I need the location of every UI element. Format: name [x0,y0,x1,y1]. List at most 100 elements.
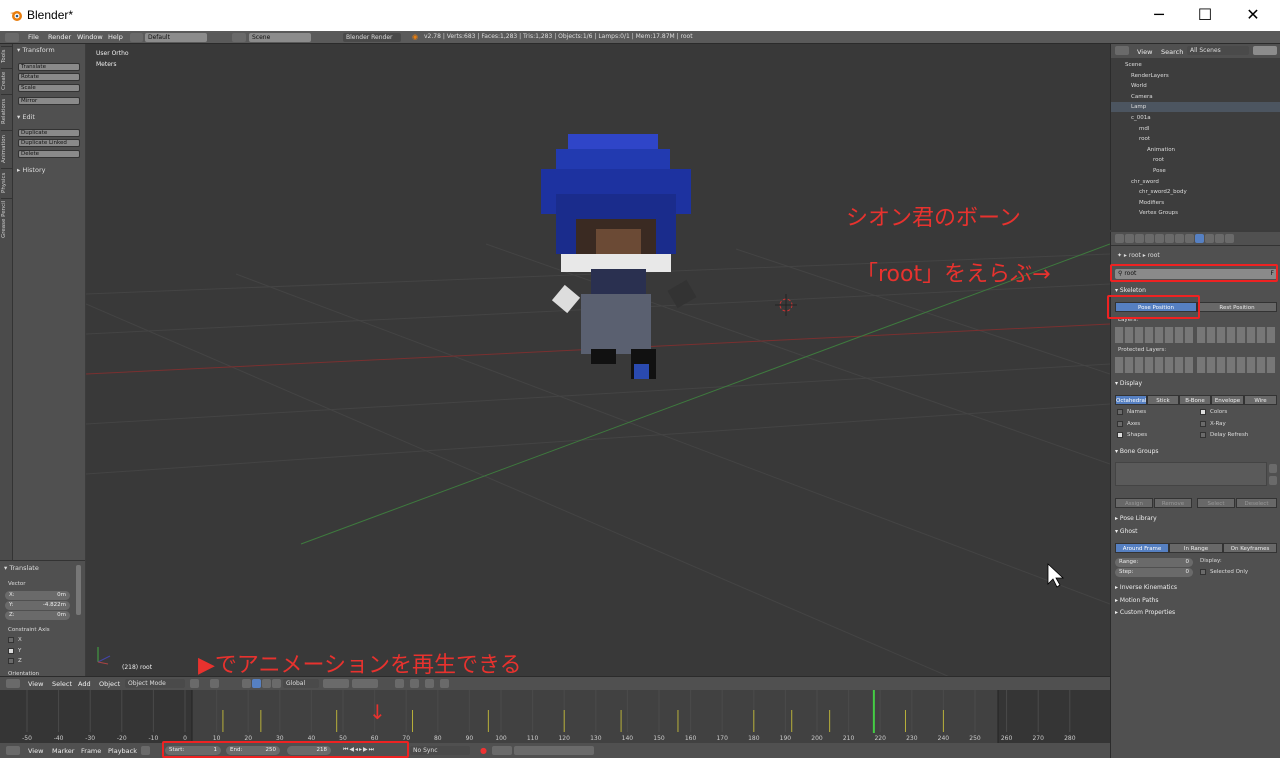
render-engine-select[interactable]: Blender Render [343,33,401,42]
vector-x-field[interactable]: X: 0m [5,591,70,600]
manipulator-icon[interactable] [242,679,251,688]
tab-create[interactable]: Create [1,68,12,92]
render-icon[interactable] [440,679,449,688]
tab-physics[interactable]: Physics [1,168,12,196]
editor-type-icon[interactable] [5,33,19,42]
menu-object[interactable]: Object [99,680,120,688]
scene-icon[interactable] [232,33,246,42]
menu-marker[interactable]: Marker [52,747,74,755]
scene-select[interactable]: Scene [249,33,311,42]
translate-manip-icon[interactable] [252,679,261,688]
ghost-step-field[interactable]: Step: 0 [1115,568,1193,577]
stick-button[interactable]: Stick [1147,395,1179,405]
pivot-icon[interactable] [210,679,219,688]
motion-paths-header[interactable]: ▸ Motion Paths [1115,597,1158,604]
on-keyframes-button[interactable]: On Keyframes [1223,543,1277,553]
bone-group-remove-icon[interactable] [1269,476,1277,485]
constraint-x-checkbox[interactable] [8,637,14,643]
close-button[interactable]: ✕ [1230,4,1276,26]
menu-help[interactable]: Help [108,33,123,41]
record-icon[interactable]: ● [480,746,487,755]
outliner-item[interactable]: RenderLayers [1111,71,1280,81]
around-frame-button[interactable]: Around Frame [1115,543,1169,553]
xray-checkbox[interactable] [1200,421,1206,427]
snap-target-icon[interactable] [425,679,434,688]
pose-library-header[interactable]: ▸ Pose Library [1115,515,1157,522]
layout-icon[interactable] [130,33,143,42]
tab-relations[interactable]: Relations [1,94,12,128]
outliner-item[interactable]: Scene [1111,60,1280,70]
sync-select[interactable]: No Sync [410,746,470,755]
preview-range-icon[interactable] [141,746,150,755]
outliner-item[interactable]: Camera [1111,92,1280,102]
maximize-button[interactable]: ☐ [1182,4,1228,26]
menu-frame[interactable]: Frame [81,747,101,755]
menu-select[interactable]: Select [52,680,72,688]
outliner-editor-icon[interactable] [1115,46,1129,55]
outliner-item[interactable]: chr_sword [1111,177,1280,187]
tab-grease-pencil[interactable]: Grease Pencil [1,198,12,240]
wire-button[interactable]: Wire [1244,395,1277,405]
outliner-item[interactable]: Animation [1111,145,1280,155]
bbone-button[interactable]: B-Bone [1179,395,1211,405]
properties-tabs[interactable] [1111,232,1280,246]
outliner-item[interactable]: chr_sword2_body [1111,187,1280,197]
menu-tl-view[interactable]: View [28,747,43,755]
outliner-item[interactable]: c_001a [1111,113,1280,123]
layers-grid-right[interactable] [1197,327,1275,343]
menu-add[interactable]: Add [78,680,91,688]
viewport-editor-icon[interactable] [6,679,20,688]
protected-layers-grid-right[interactable] [1197,357,1275,373]
envelope-button[interactable]: Envelope [1211,395,1244,405]
display-header[interactable]: ▾ Display [1115,380,1142,387]
outliner-item[interactable]: mdl [1111,124,1280,134]
outliner-item[interactable]: root [1111,134,1280,144]
bone-groups-list[interactable] [1115,462,1267,486]
menu-playback[interactable]: Playback [108,747,137,755]
keying-set-field[interactable] [514,746,594,755]
layout-select[interactable]: Default [145,33,207,42]
translate-button[interactable]: Translate [18,63,80,71]
delay-refresh-checkbox[interactable] [1200,432,1206,438]
menu-file[interactable]: File [28,33,39,41]
constraint-y-checkbox[interactable] [8,648,14,654]
transform-header[interactable]: ▾ Transform [17,46,55,54]
rotate-manip-icon[interactable] [262,679,271,688]
ghost-header[interactable]: ▾ Ghost [1115,528,1138,535]
panel-scrollbar[interactable] [76,565,81,615]
tab-animation[interactable]: Animation [1,130,12,166]
minimize-button[interactable]: ─ [1136,4,1182,26]
remove-button[interactable]: Remove [1154,498,1192,508]
edit-header[interactable]: ▾ Edit [17,113,35,121]
shading-icon[interactable] [190,679,199,688]
vector-z-field[interactable]: Z: 0m [5,611,70,620]
bone-group-add-icon[interactable] [1269,464,1277,473]
skeleton-header[interactable]: ▾ Skeleton [1115,287,1146,294]
mirror-button[interactable]: Mirror [18,97,80,105]
timeline[interactable]: -50 -40 -30 -20 -10 0 10 20 30 40 50 60 70 80 90 100 110… [0,690,1110,743]
selected-only-checkbox[interactable] [1200,569,1206,575]
layers2-icon[interactable] [352,679,378,688]
names-checkbox[interactable] [1117,409,1123,415]
outliner-item[interactable]: Modifiers [1111,198,1280,208]
3d-viewport[interactable]: User Ortho Meters (218) root [86,44,1110,676]
custom-properties-header[interactable]: ▸ Custom Properties [1115,609,1175,616]
outliner-item[interactable]: Lamp [1111,102,1280,113]
duplicate-linked-button[interactable]: Duplicate Linked [18,139,80,147]
scale-button[interactable]: Scale [18,84,80,92]
outliner-search-field[interactable] [1253,46,1277,55]
menu-window[interactable]: Window [77,33,103,41]
outliner-item[interactable]: root [1111,155,1280,165]
operator-title[interactable]: ▾ Translate [4,564,39,572]
outliner-search-menu[interactable]: Search [1161,48,1183,56]
layers-icon[interactable] [323,679,349,688]
in-range-button[interactable]: In Range [1169,543,1223,553]
deselect-button[interactable]: Deselect [1236,498,1277,508]
outliner-item[interactable]: Vertex Groups [1111,208,1280,218]
outliner-display-select[interactable]: All Scenes [1187,46,1249,55]
assign-button[interactable]: Assign [1115,498,1153,508]
colors-checkbox[interactable] [1200,409,1206,415]
keying-icon[interactable] [492,746,512,755]
properties-tab-icons[interactable] [1115,234,1235,245]
duplicate-button[interactable]: Duplicate [18,129,80,137]
